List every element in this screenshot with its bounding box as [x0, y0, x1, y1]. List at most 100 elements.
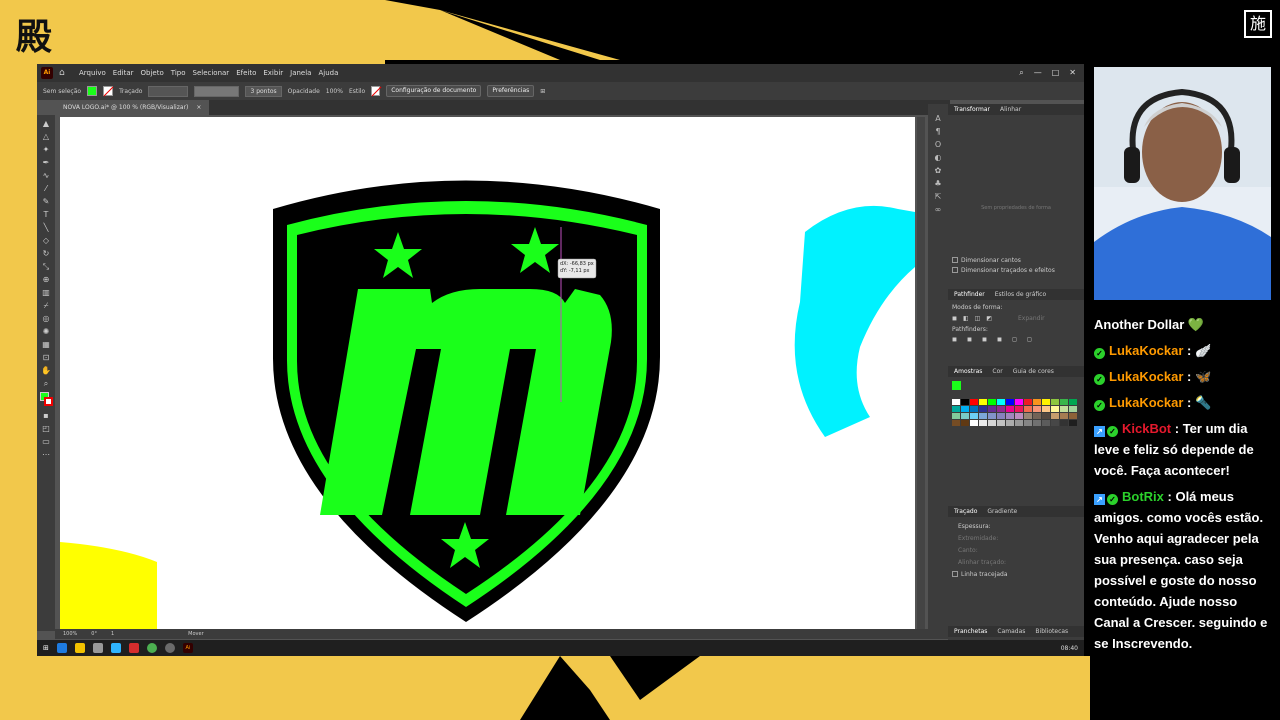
minus-back-icon[interactable]: ◻ — [1027, 336, 1032, 343]
color-swatch[interactable] — [1060, 413, 1068, 419]
taskbar-illustrator-icon[interactable]: Ai — [182, 643, 193, 653]
more-tools-icon[interactable]: ⋯ — [40, 450, 52, 460]
color-swatch[interactable] — [961, 420, 969, 426]
pencil-tool-icon[interactable]: ✎ — [40, 197, 52, 207]
tab-camadas[interactable]: Camadas — [997, 626, 1025, 637]
color-swatch[interactable] — [961, 413, 969, 419]
windows-start-icon[interactable]: ⊞ — [43, 644, 49, 652]
maximize-icon[interactable]: □ — [1052, 68, 1060, 78]
color-swatch[interactable] — [1060, 399, 1068, 405]
color-swatch[interactable] — [1024, 413, 1032, 419]
variable-width-select[interactable] — [194, 85, 240, 97]
chat-username[interactable]: LukaKockar — [1109, 369, 1183, 384]
minimize-icon[interactable]: — — [1034, 68, 1042, 78]
color-swatch[interactable] — [1069, 420, 1077, 426]
edge-icon[interactable] — [56, 643, 67, 653]
logo-artwork[interactable] — [60, 117, 915, 629]
color-mode-icon[interactable]: ▪ — [40, 411, 52, 421]
intersect-icon[interactable]: ◫ — [975, 315, 981, 322]
gradient-tool-icon[interactable]: ▥ — [40, 288, 52, 298]
color-swatch[interactable] — [970, 399, 978, 405]
color-swatch[interactable] — [979, 413, 987, 419]
color-swatch[interactable] — [988, 413, 996, 419]
color-swatch[interactable] — [988, 406, 996, 412]
preferences-button[interactable]: Preferências — [487, 85, 535, 97]
mail-icon[interactable] — [110, 643, 121, 653]
color-swatch[interactable] — [1033, 406, 1041, 412]
divide-icon[interactable]: ◼ — [952, 336, 957, 343]
close-tab-icon[interactable]: × — [196, 100, 201, 115]
vertical-scrollbar[interactable] — [917, 117, 925, 629]
chat-username[interactable]: LukaKockar — [1109, 343, 1183, 358]
color-swatch[interactable] — [1060, 406, 1068, 412]
document-tab[interactable]: NOVA LOGO.ai* @ 100 % (RGB/Visualizar) × — [55, 100, 210, 115]
color-swatch[interactable] — [970, 420, 978, 426]
color-swatch[interactable] — [979, 406, 987, 412]
color-swatch[interactable] — [961, 399, 969, 405]
chat-username[interactable]: BotRix — [1122, 489, 1164, 504]
stroke-swatch[interactable] — [103, 86, 114, 96]
color-swatch[interactable] — [1042, 399, 1050, 405]
links-panel-icon[interactable]: ∞ — [935, 205, 942, 214]
color-swatch[interactable] — [1006, 420, 1014, 426]
tab-cor[interactable]: Cor — [992, 366, 1002, 377]
chrome-icon[interactable] — [146, 643, 157, 653]
scale-corners-option[interactable]: Dimensionar cantos — [948, 255, 1084, 265]
symbol-sprayer-tool-icon[interactable]: ✺ — [40, 327, 52, 337]
color-swatch[interactable] — [1042, 420, 1050, 426]
line-tool-icon[interactable]: ╲ — [40, 223, 52, 233]
export-panel-icon[interactable]: ⇱ — [935, 192, 942, 201]
magic-wand-tool-icon[interactable]: ✦ — [40, 145, 52, 155]
brush-select[interactable]: 3 pontos — [245, 85, 282, 97]
crop-icon[interactable]: ◼ — [997, 336, 1002, 343]
color-swatch[interactable] — [1024, 399, 1032, 405]
color-swatch[interactable] — [1033, 413, 1041, 419]
color-swatch[interactable] — [1033, 399, 1041, 405]
menu-arquivo[interactable]: Arquivo — [79, 69, 106, 77]
brushes-panel-icon[interactable]: ✿ — [935, 166, 942, 175]
unite-icon[interactable]: ◼ — [952, 315, 957, 322]
color-swatch[interactable] — [1015, 406, 1023, 412]
app-red-icon[interactable] — [128, 643, 139, 653]
color-swatch[interactable] — [1024, 406, 1032, 412]
opacity-value[interactable]: 100% — [326, 88, 343, 95]
tab-estilos-grafico[interactable]: Estilos de gráfico — [995, 289, 1046, 300]
appearance-panel-icon[interactable]: ◐ — [935, 153, 942, 162]
color-swatch[interactable] — [1051, 406, 1059, 412]
tab-alinhar[interactable]: Alinhar — [1000, 104, 1021, 115]
color-swatch[interactable] — [1042, 413, 1050, 419]
color-swatch[interactable] — [1006, 399, 1014, 405]
color-swatch[interactable] — [952, 413, 960, 419]
current-fill-swatch[interactable] — [952, 381, 961, 390]
rotate-tool-icon[interactable]: ↻ — [40, 249, 52, 259]
color-swatch[interactable] — [961, 406, 969, 412]
trim-icon[interactable]: ◼ — [967, 336, 972, 343]
opacity-label[interactable]: Opacidade — [288, 88, 320, 95]
paintbrush-tool-icon[interactable]: ⁄ — [40, 184, 52, 194]
color-swatch[interactable] — [979, 420, 987, 426]
color-swatch[interactable] — [979, 399, 987, 405]
color-swatch[interactable] — [1069, 406, 1077, 412]
color-swatch[interactable] — [997, 399, 1005, 405]
color-swatch[interactable] — [988, 399, 996, 405]
color-swatch[interactable] — [997, 420, 1005, 426]
home-icon[interactable]: ⌂ — [59, 68, 69, 78]
shape-builder-tool-icon[interactable]: ⊕ — [40, 275, 52, 285]
outline-icon[interactable]: ◻ — [1012, 336, 1017, 343]
exclude-icon[interactable]: ◩ — [986, 315, 992, 322]
character-panel-icon[interactable]: A — [935, 114, 940, 123]
document-setup-button[interactable]: Configuração de documento — [386, 85, 482, 97]
tab-guia-cores[interactable]: Guia de cores — [1013, 366, 1054, 377]
zoom-tool-icon[interactable]: ⌕ — [40, 379, 52, 389]
color-swatch[interactable] — [1051, 420, 1059, 426]
curvature-tool-icon[interactable]: ∿ — [40, 171, 52, 181]
color-swatch[interactable] — [1024, 420, 1032, 426]
tab-pathfinder[interactable]: Pathfinder — [954, 289, 985, 300]
color-swatch[interactable] — [1051, 399, 1059, 405]
symbols-panel-icon[interactable]: ♣ — [934, 179, 941, 188]
color-swatch[interactable] — [1015, 413, 1023, 419]
menu-selecionar[interactable]: Selecionar — [193, 69, 230, 77]
tab-pranchetas[interactable]: Pranchetas — [954, 626, 987, 637]
screen-mode-icon[interactable]: ▭ — [40, 437, 52, 447]
tab-bibliotecas[interactable]: Bibliotecas — [1035, 626, 1068, 637]
